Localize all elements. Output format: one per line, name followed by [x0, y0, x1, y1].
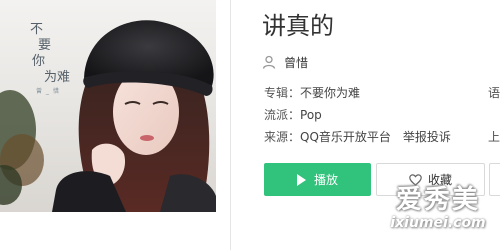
album-cover-title: 不 要 你 为难: [30, 22, 80, 86]
cover-text-line: 要: [38, 38, 52, 53]
site-watermark: 爱秀美 ixiumei.com: [376, 184, 500, 250]
cover-text-line: 你: [32, 54, 46, 69]
genre-label: 流派：: [264, 108, 301, 122]
watermark-cn: 爱秀美: [395, 185, 480, 215]
date-label-cut: 上: [488, 130, 500, 144]
singer-row: 曾惜: [262, 52, 308, 72]
source-link[interactable]: QQ音乐开放平台: [300, 130, 391, 144]
album-cover[interactable]: 不 要 你 为难 曾 _ 惜: [0, 0, 216, 212]
genre-row: 流派：Pop: [264, 106, 322, 124]
cover-text-line: 为难: [44, 70, 71, 85]
play-button[interactable]: 播放: [264, 163, 371, 196]
watermark-en: ixiumei.com: [390, 215, 486, 231]
report-link[interactable]: 举报投诉: [403, 130, 451, 144]
divider: [230, 0, 231, 250]
singer-link[interactable]: 曾惜: [284, 54, 308, 71]
source-label: 来源：: [264, 130, 301, 144]
album-link[interactable]: 不要你为难: [300, 86, 360, 100]
play-icon: [296, 173, 306, 186]
source-row: 来源：QQ音乐开放平台 举报投诉: [264, 128, 451, 146]
album-cover-mark: 曾 _ 惜: [36, 88, 60, 95]
cover-text-line: 不: [30, 22, 44, 37]
album-row: 专辑：不要你为难: [264, 84, 360, 102]
genre-value: Pop: [300, 108, 322, 122]
person-icon: [262, 55, 276, 69]
album-label: 专辑：: [264, 86, 301, 100]
play-button-label: 播放: [313, 173, 338, 187]
language-label-cut: 语: [488, 86, 500, 100]
song-title: 讲真的: [262, 12, 334, 40]
